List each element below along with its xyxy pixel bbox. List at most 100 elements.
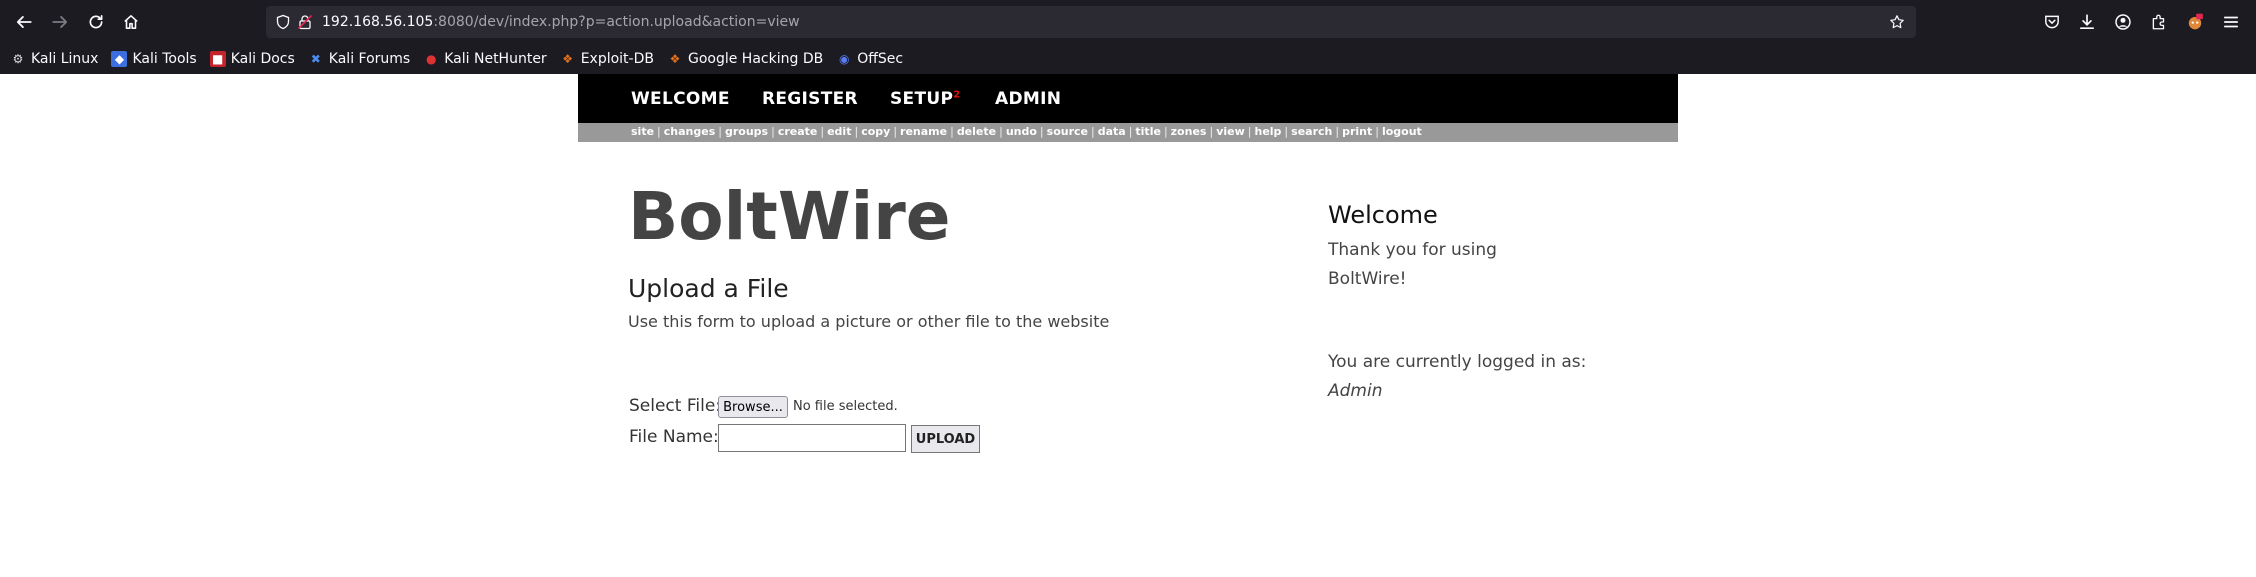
- offsec-icon: ◉: [838, 52, 850, 66]
- bookmark-label: Kali Docs: [230, 51, 295, 67]
- nav-setup[interactable]: SETUP2: [890, 89, 960, 109]
- nav-setup-label: SETUP: [890, 89, 954, 109]
- bookmark-kali-docs[interactable]: ■ Kali Docs: [209, 51, 295, 67]
- action-link-groups[interactable]: groups: [725, 125, 768, 138]
- action-link-undo[interactable]: undo: [1006, 125, 1037, 138]
- logged-in-text: You are currently logged in as:: [1328, 352, 1587, 372]
- action-link-help[interactable]: help: [1254, 125, 1281, 138]
- bookmark-label: Kali NetHunter: [444, 51, 547, 67]
- url-host: 192.168.56.105: [322, 14, 434, 30]
- logged-in-user: Admin: [1328, 381, 1383, 401]
- downloads-button[interactable]: [2073, 8, 2101, 36]
- home-icon: [124, 15, 138, 29]
- extensions-button[interactable]: [2145, 8, 2173, 36]
- action-link-logout[interactable]: logout: [1382, 125, 1422, 138]
- action-separator: |: [657, 125, 661, 138]
- kali-docs-icon: ■: [209, 51, 226, 67]
- action-link-zones[interactable]: zones: [1171, 125, 1207, 138]
- download-icon: [2079, 14, 2095, 30]
- action-separator: |: [718, 125, 722, 138]
- bookmark-exploit-db[interactable]: ❖ Exploit-DB: [560, 51, 654, 67]
- reload-button[interactable]: [82, 8, 110, 36]
- bookmark-kali-forums[interactable]: ✖ Kali Forums: [308, 51, 410, 67]
- action-separator: |: [1335, 125, 1340, 138]
- url-text[interactable]: 192.168.56.105:8080/dev/index.php?p=acti…: [322, 14, 800, 30]
- action-separator: |: [1209, 125, 1214, 138]
- upload-heading: Upload a File: [628, 274, 789, 303]
- exploit-db-icon: ❖: [562, 52, 574, 66]
- action-separator: |: [1039, 125, 1044, 138]
- nav-admin[interactable]: ADMIN: [995, 89, 1061, 109]
- browser-toolbar: 192.168.56.105:8080/dev/index.php?p=acti…: [0, 0, 2256, 44]
- menu-button[interactable]: [2217, 8, 2245, 36]
- action-separator: |: [1090, 125, 1095, 138]
- forward-button[interactable]: [46, 8, 74, 36]
- bookmark-label: Kali Forums: [328, 51, 411, 67]
- nav-register[interactable]: REGISTER: [762, 89, 858, 109]
- hamburger-menu-icon: [2223, 16, 2239, 28]
- action-separator: |: [771, 125, 775, 138]
- bookmark-label: Kali Tools: [132, 51, 197, 67]
- action-link-print[interactable]: print: [1342, 125, 1372, 138]
- upload-description: Use this form to upload a picture or oth…: [628, 312, 1110, 331]
- url-path: :8080/dev/index.php?p=action.upload&acti…: [433, 14, 800, 30]
- action-link-site[interactable]: site: [631, 125, 654, 138]
- upload-button[interactable]: UPLOAD: [911, 425, 980, 453]
- arrow-left-icon: [16, 16, 32, 28]
- action-separator: |: [1128, 125, 1133, 138]
- sidebar-thanks-line2: BoltWire!: [1328, 269, 1407, 289]
- action-link-search[interactable]: search: [1291, 125, 1332, 138]
- action-separator: |: [1375, 125, 1379, 138]
- action-link-rename[interactable]: rename: [900, 125, 947, 138]
- action-separator: |: [1284, 125, 1289, 138]
- bookmark-kali-nethunter[interactable]: ● Kali NetHunter: [423, 51, 547, 67]
- fox-extension-icon: [2188, 13, 2203, 30]
- bookmark-offsec[interactable]: ◉ OffSec: [836, 51, 903, 67]
- action-link-changes[interactable]: changes: [664, 125, 716, 138]
- pocket-button[interactable]: [2038, 8, 2066, 36]
- action-separator: |: [999, 125, 1003, 138]
- site-title: BoltWire: [628, 178, 951, 255]
- shield-icon[interactable]: [272, 11, 294, 33]
- action-link-view[interactable]: view: [1216, 125, 1245, 138]
- ghdb-icon: ❖: [669, 52, 681, 66]
- sidebar-thanks-line1: Thank you for using: [1328, 240, 1497, 260]
- file-name-label: File Name:: [629, 427, 719, 447]
- insecure-lock-icon[interactable]: [294, 11, 316, 33]
- no-file-status: No file selected.: [793, 399, 898, 414]
- bookmark-label: Kali Linux: [31, 51, 99, 67]
- action-separator: |: [854, 125, 859, 138]
- nav-welcome[interactable]: WELCOME: [631, 89, 730, 109]
- action-link-edit[interactable]: edit: [827, 125, 851, 138]
- account-button[interactable]: [2109, 8, 2137, 36]
- bookmark-kali-tools[interactable]: ◆ Kali Tools: [111, 51, 197, 67]
- kali-dragon-icon: ⚙: [12, 52, 24, 66]
- back-button[interactable]: [10, 8, 38, 36]
- nethunter-icon: ●: [425, 52, 437, 66]
- action-link-copy[interactable]: copy: [861, 125, 890, 138]
- bookmark-google-hacking-db[interactable]: ❖ Google Hacking DB: [667, 51, 824, 67]
- browse-button[interactable]: Browse...: [718, 396, 788, 418]
- action-bar: site | changes | groups | create | edit | copy | ren…: [578, 123, 1678, 142]
- bookmarks-toolbar: ⚙ Kali Linux ◆ Kali Tools ■ Kali Docs ✖ …: [0, 44, 2256, 74]
- pocket-icon: [2045, 15, 2059, 29]
- extension-foxy-button[interactable]: [2181, 8, 2209, 36]
- action-separator: |: [893, 125, 898, 138]
- action-links: site | changes | groups | create | edit | copy | ren…: [631, 125, 1422, 138]
- action-link-title[interactable]: title: [1135, 125, 1161, 138]
- action-separator: |: [950, 125, 954, 138]
- action-separator: |: [820, 125, 825, 138]
- action-link-create[interactable]: create: [778, 125, 818, 138]
- bookmark-label: Google Hacking DB: [687, 51, 824, 67]
- home-button[interactable]: [117, 8, 145, 36]
- bookmark-star-icon[interactable]: [1886, 11, 1908, 33]
- action-link-source[interactable]: source: [1047, 125, 1088, 138]
- action-link-data[interactable]: data: [1098, 125, 1126, 138]
- bookmark-kali-linux[interactable]: ⚙ Kali Linux: [10, 51, 99, 67]
- account-icon: [2115, 14, 2131, 30]
- puzzle-icon: [2152, 14, 2165, 30]
- file-name-input[interactable]: [718, 424, 906, 452]
- action-link-delete[interactable]: delete: [957, 125, 996, 138]
- bookmark-label: Exploit-DB: [580, 51, 654, 67]
- address-bar[interactable]: 192.168.56.105:8080/dev/index.php?p=acti…: [266, 6, 1916, 38]
